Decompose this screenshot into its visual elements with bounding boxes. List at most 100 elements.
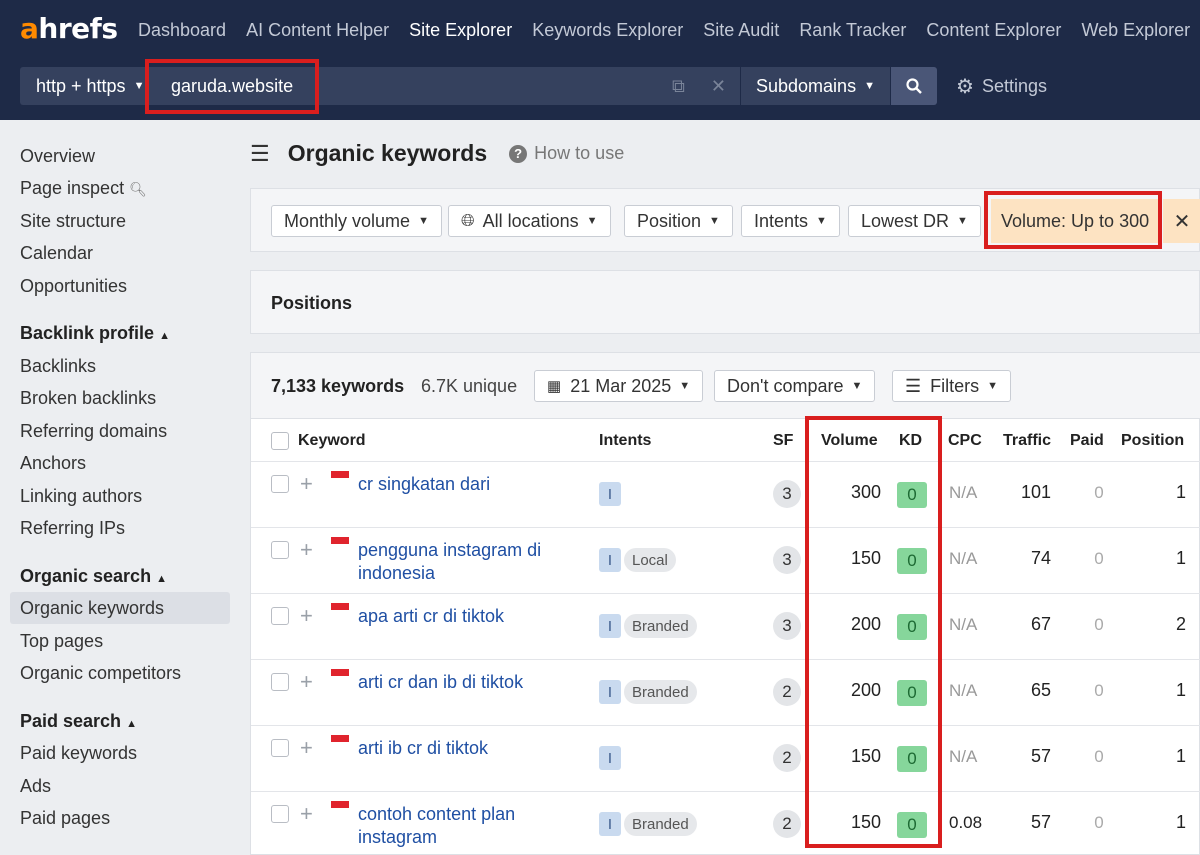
volume-filter-active[interactable]: Volume: Up to 300 [991,199,1159,243]
keyword-link[interactable]: apa arti cr di tiktok [358,605,558,628]
col-intents[interactable]: Intents [599,432,651,450]
keyword-link[interactable]: arti cr dan ib di tiktok [358,671,558,694]
sidebar-item-paid-pages[interactable]: Paid pages [20,808,110,829]
page-title: Organic keywords [287,140,488,166]
kd-badge: 0 [897,482,927,508]
how-to-use-link[interactable]: ? How to use [509,143,624,164]
serp-features-count[interactable]: 2 [773,810,801,838]
sidebar-item-referring-domains[interactable]: Referring domains [20,421,167,442]
row-checkbox[interactable] [271,805,289,823]
col-traffic[interactable]: Traffic [1003,432,1051,450]
nav-site-explorer[interactable]: Site Explorer [409,20,512,41]
menu-icon[interactable]: ☰ [250,141,270,167]
col-cpc[interactable]: CPC [948,432,982,450]
position-value: 1 [1175,482,1186,502]
positions-panel: Positions [250,270,1200,334]
row-divider [251,725,1200,726]
row-checkbox[interactable] [271,541,289,559]
chevron-down-icon: ▼ [679,380,691,392]
protocol-select[interactable]: http + https ▼ [20,67,148,105]
locations-filter[interactable]: 🌐︎ All locations ▼ [448,205,611,237]
compare-select[interactable]: Don't compare ▼ [714,370,876,402]
col-paid[interactable]: Paid [1070,432,1104,450]
serp-features-count[interactable]: 2 [773,678,801,706]
col-position[interactable]: Position [1121,432,1184,450]
sidebar-item-backlinks[interactable]: Backlinks [20,356,96,377]
sidebar-section-organic[interactable]: Organic search ▲ [20,566,167,587]
serp-features-count[interactable]: 2 [773,744,801,772]
intents-filter[interactable]: Intents ▼ [741,205,840,237]
sidebar-item-page-inspect[interactable]: Page inspect 🔍︎ [20,178,147,199]
position-filter[interactable]: Position ▼ [624,205,733,237]
settings-button[interactable]: ⚙ Settings [956,67,1076,105]
nav-site-audit[interactable]: Site Audit [703,20,779,41]
paid-value: 0 [1094,813,1104,832]
mode-select[interactable]: Subdomains ▼ [740,67,890,105]
add-icon[interactable]: + [300,671,313,693]
row-checkbox[interactable] [271,607,289,625]
open-external-icon[interactable]: ⧉ [672,76,685,97]
sidebar-item-overview[interactable]: Overview [20,146,95,167]
chevron-down-icon: ▼ [864,80,875,92]
col-sf[interactable]: SF [773,432,793,450]
protocol-label: http + https [36,75,126,96]
ahrefs-logo[interactable]: ahrefs [20,12,118,45]
sidebar-section-backlinks[interactable]: Backlink profile ▲ [20,323,170,344]
close-icon[interactable]: ✕ [1163,199,1200,243]
chevron-down-icon: ▼ [987,380,999,392]
cpc-value: N/A [949,615,978,634]
url-input[interactable]: garuda.website ⧉ ✕ [148,67,740,105]
add-icon[interactable]: + [300,539,313,561]
sidebar-item-opportunities[interactable]: Opportunities [20,276,127,297]
sidebar-item-broken-backlinks[interactable]: Broken backlinks [20,388,156,409]
nav-rank-tracker[interactable]: Rank Tracker [799,20,906,41]
lowest-dr-filter[interactable]: Lowest DR ▼ [848,205,981,237]
sidebar-item-site-structure[interactable]: Site structure [20,211,126,232]
row-checkbox[interactable] [271,673,289,691]
add-icon[interactable]: + [300,473,313,495]
sidebar-item-linking-authors[interactable]: Linking authors [20,486,142,507]
row-checkbox[interactable] [271,739,289,757]
divider [251,461,1200,462]
col-kd[interactable]: KD [899,432,922,450]
sidebar-item-calendar[interactable]: Calendar [20,243,93,264]
position-value: 1 [1175,548,1186,568]
traffic-value: 57 [1030,746,1051,766]
sidebar-item-organic-keywords[interactable]: Organic keywords [20,598,164,619]
row-checkbox[interactable] [271,475,289,493]
keyword-link[interactable]: contoh content plan instagram [358,803,558,849]
add-icon[interactable]: + [300,737,313,759]
monthly-volume-filter[interactable]: Monthly volume ▼ [271,205,442,237]
nav-web-explorer[interactable]: Web Explorer [1081,20,1190,41]
nav-keywords-explorer[interactable]: Keywords Explorer [532,20,683,41]
keyword-link[interactable]: arti ib cr di tiktok [358,737,558,760]
sidebar-item-organic-competitors[interactable]: Organic competitors [20,663,181,684]
keyword-link[interactable]: pengguna instagram di indonesia [358,539,558,585]
serp-features-count[interactable]: 3 [773,612,801,640]
sidebar-item-top-pages[interactable]: Top pages [20,631,103,652]
nav-content-explorer[interactable]: Content Explorer [926,20,1061,41]
caret-up-icon: ▲ [156,573,167,585]
col-volume[interactable]: Volume [821,432,878,450]
indonesia-flag-icon [331,471,349,478]
sidebar-item-ads[interactable]: Ads [20,776,51,797]
row-divider [251,791,1200,792]
search-button[interactable] [891,67,937,105]
sidebar-item-anchors[interactable]: Anchors [20,453,86,474]
serp-features-count[interactable]: 3 [773,480,801,508]
serp-features-count[interactable]: 3 [773,546,801,574]
clear-icon[interactable]: ✕ [711,76,726,97]
sidebar-item-paid-keywords[interactable]: Paid keywords [20,743,137,764]
sidebar-item-referring-ips[interactable]: Referring IPs [20,518,125,539]
keyword-link[interactable]: cr singkatan dari [358,473,558,496]
nav-ai-content-helper[interactable]: AI Content Helper [246,20,389,41]
date-picker[interactable]: ▦ 21 Mar 2025 ▼ [534,370,704,402]
add-icon[interactable]: + [300,803,313,825]
keyword-tag: Local [624,548,676,572]
select-all-checkbox[interactable] [271,432,289,450]
filters-button[interactable]: ☰ Filters ▼ [892,370,1012,402]
add-icon[interactable]: + [300,605,313,627]
nav-dashboard[interactable]: Dashboard [138,20,226,41]
col-keyword[interactable]: Keyword [298,432,366,450]
sidebar-section-paid[interactable]: Paid search ▲ [20,711,137,732]
